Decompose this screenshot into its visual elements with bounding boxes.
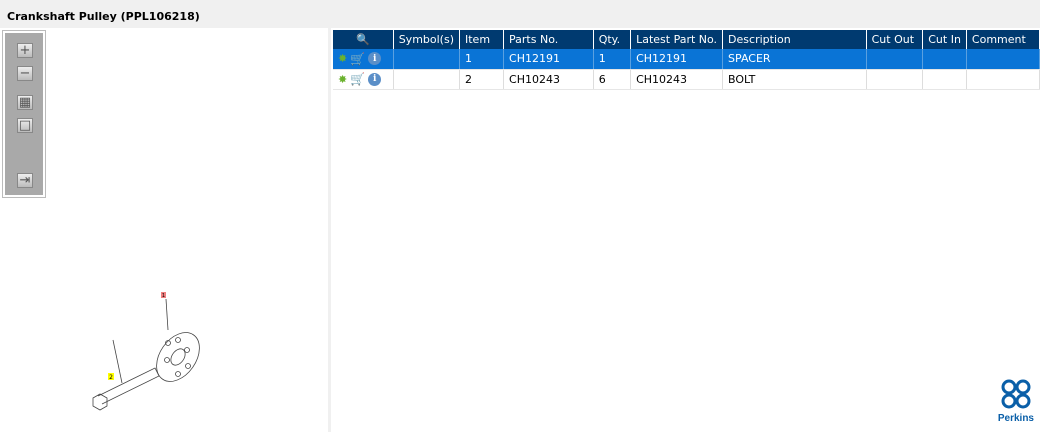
symbols-cell <box>393 49 461 70</box>
column-header[interactable]: Symbol(s) <box>393 30 461 49</box>
info-icon[interactable]: i <box>368 52 382 66</box>
column-header[interactable]: Item <box>459 30 505 49</box>
cut-out-cell <box>866 69 924 90</box>
parts-table: 🔍 Symbol(s) Item Parts No. Qty. Latest P… <box>333 30 1040 90</box>
logo-text: Perkins <box>997 413 1034 424</box>
column-header[interactable]: Description <box>722 30 867 49</box>
gear-icon[interactable]: ✸ <box>338 73 347 86</box>
page-title: Crankshaft Pulley (PPL106218) <box>7 10 200 23</box>
item-cell: 2 <box>459 69 505 90</box>
table-row[interactable]: ✸ 🛒 i 2 CH10243 6 CH10243 BOLT <box>333 69 1040 90</box>
column-header[interactable]: Cut Out <box>866 30 924 49</box>
perkins-logo: Perkins <box>998 378 1034 424</box>
perkins-emblem-icon <box>1001 379 1031 409</box>
info-icon[interactable]: i <box>368 72 382 86</box>
cut-out-cell <box>866 49 924 70</box>
symbols-cell <box>393 69 461 90</box>
exploded-drawing: 1 2 <box>92 292 200 411</box>
cut-in-cell <box>922 49 967 70</box>
parts-no-cell: CH10243 <box>503 69 594 90</box>
gear-icon[interactable]: ✸ <box>338 52 347 65</box>
spacer-part <box>156 332 200 382</box>
search-column-header[interactable]: 🔍 <box>333 30 394 49</box>
parts-no-cell: CH12191 <box>503 49 594 70</box>
search-icon[interactable]: 🔍 <box>356 33 370 46</box>
actual-size-button[interactable]: □ <box>17 118 33 133</box>
table-row[interactable]: ✸ 🛒 i 1 CH12191 1 CH12191 SPACER <box>333 49 1040 70</box>
latest-part-cell: CH10243 <box>630 69 724 90</box>
latest-part-cell: CH12191 <box>630 49 724 70</box>
comment-cell <box>966 49 1040 70</box>
callout-2[interactable]: 2 <box>109 374 113 381</box>
comment-cell <box>966 69 1040 90</box>
qty-cell: 6 <box>593 69 632 90</box>
table-header: 🔍 Symbol(s) Item Parts No. Qty. Latest P… <box>333 30 1040 49</box>
callout-1[interactable]: 1 <box>162 293 165 299</box>
zoom-in-button[interactable]: + <box>17 43 33 58</box>
column-header[interactable]: Cut In <box>922 30 967 49</box>
zoom-out-button[interactable]: − <box>17 66 33 81</box>
description-cell: BOLT <box>722 69 867 90</box>
column-header[interactable]: Comment <box>966 30 1040 49</box>
description-cell: SPACER <box>722 49 867 70</box>
drawing-panel: + − ▦ □ ⇥ 1 2 <box>0 28 328 432</box>
column-header[interactable]: Latest Part No. <box>630 30 724 49</box>
cut-in-cell <box>922 69 967 90</box>
cart-icon[interactable]: 🛒 <box>350 52 365 66</box>
fit-view-button[interactable]: ▦ <box>17 95 33 110</box>
column-header[interactable]: Qty. <box>593 30 632 49</box>
cart-icon[interactable]: 🛒 <box>350 72 365 86</box>
parts-list-panel: 🔍 Symbol(s) Item Parts No. Qty. Latest P… <box>331 28 1040 432</box>
column-header[interactable]: Parts No. <box>503 30 594 49</box>
qty-cell: 1 <box>593 49 632 70</box>
item-cell: 1 <box>459 49 505 70</box>
toggle-list-button[interactable]: ⇥ <box>17 173 33 188</box>
drawing-toolbar: + − ▦ □ ⇥ <box>2 30 46 198</box>
